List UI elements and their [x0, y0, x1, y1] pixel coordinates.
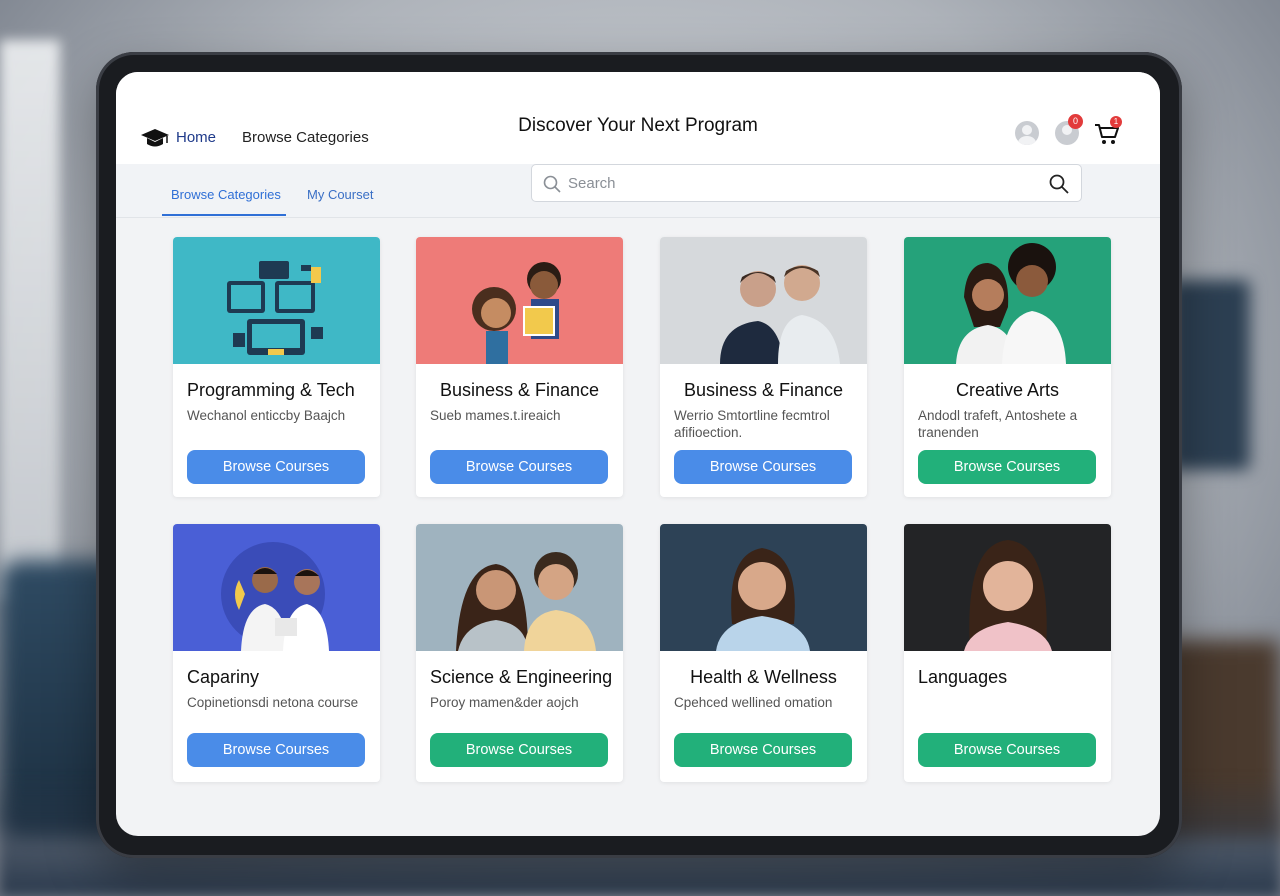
top-header: Home Browse Categories Discover Your Nex… [116, 72, 1160, 164]
card-title: Programming & Tech [187, 380, 355, 400]
browse-courses-button[interactable]: Browse Courses [430, 450, 608, 484]
couple-smiling-photo [416, 524, 623, 651]
category-card: Science & Engineering Poroy mamen&der ao… [416, 524, 623, 782]
category-card: Languages Browse Courses [904, 524, 1111, 782]
category-card: Health & Wellness Cpehced wellined omati… [660, 524, 867, 782]
woman-dark-portrait-photo [904, 524, 1111, 651]
browse-courses-button[interactable]: Browse Courses [187, 450, 365, 484]
browse-courses-button[interactable]: Browse Courses [430, 733, 608, 767]
card-title: Health & Wellness [690, 667, 837, 687]
tablet-device: Home Browse Categories Discover Your Nex… [96, 52, 1182, 858]
devices-illustration [173, 237, 380, 364]
card-title: Science & Engineering [430, 667, 613, 687]
active-tab-indicator [162, 214, 286, 216]
notification-badge: 0 [1068, 114, 1083, 129]
background-window [0, 40, 60, 600]
cart-badge: 1 [1110, 116, 1122, 128]
woman-portrait-photo [660, 524, 867, 651]
cartoon-characters-illustration [416, 237, 623, 364]
card-description: Andodl trafeft, Antoshete a tranenden [918, 408, 1078, 440]
app-screen: Home Browse Categories Discover Your Nex… [116, 72, 1160, 836]
page-title: Discover Your Next Program [518, 115, 758, 136]
background-artwork [1170, 280, 1250, 470]
browse-courses-button[interactable]: Browse Courses [674, 733, 852, 767]
card-description: Wechanol enticcby Baajch [187, 408, 346, 423]
card-image [173, 524, 380, 651]
browse-courses-button[interactable]: Browse Courses [918, 733, 1096, 767]
browse-courses-button[interactable]: Browse Courses [918, 450, 1096, 484]
notifications-button[interactable]: 0 [1055, 114, 1083, 145]
sub-navigation: Browse Categories My Courset [116, 164, 1160, 218]
card-description: Sueb mames.t.ireaich [430, 408, 561, 423]
category-card: Programming & Tech Wechanol enticcby Baa… [173, 237, 380, 497]
card-image [904, 237, 1111, 364]
two-men-photo [660, 237, 867, 364]
couple-photo [904, 237, 1111, 364]
card-title: Creative Arts [955, 380, 1060, 400]
category-card: Business & Finance Werrio Smtortline fec… [660, 237, 867, 497]
card-description: Copinetionsdi netona course [187, 695, 359, 710]
browse-courses-button[interactable]: Browse Courses [674, 450, 852, 484]
card-description: Poroy mamen&der aojch [430, 695, 579, 710]
search-bar [531, 164, 1082, 202]
category-card: Capariny Copinetionsdi netona course Bro… [173, 524, 380, 782]
tab-browse-categories[interactable]: Browse Categories [171, 187, 281, 202]
category-card: Business & Finance Sueb mames.t.ireaich … [416, 237, 623, 497]
card-image [660, 237, 867, 364]
card-image [173, 237, 380, 364]
card-title: Languages [918, 667, 1008, 687]
two-men-blue-photo [173, 524, 380, 651]
card-image [904, 524, 1111, 651]
card-image [416, 237, 623, 364]
card-title: Business & Finance [683, 380, 844, 400]
card-description: Werrio Smtortline fecmtrol afifioection. [674, 408, 830, 440]
search-submit-icon[interactable] [1049, 174, 1069, 194]
category-card: Creative Arts Andodl trafeft, Antoshete … [904, 237, 1111, 497]
card-image [416, 524, 623, 651]
card-title: Business & Finance [439, 380, 600, 400]
card-title: Capariny [187, 667, 260, 687]
cart-button[interactable]: 1 [1094, 116, 1122, 146]
user-avatar[interactable] [1015, 121, 1039, 145]
browse-courses-button[interactable]: Browse Courses [187, 733, 365, 767]
card-description: Cpehced wellined omation [674, 695, 833, 710]
tab-my-courses[interactable]: My Courset [307, 187, 373, 202]
card-image [660, 524, 867, 651]
search-input[interactable] [568, 165, 1028, 201]
search-icon [543, 175, 561, 193]
